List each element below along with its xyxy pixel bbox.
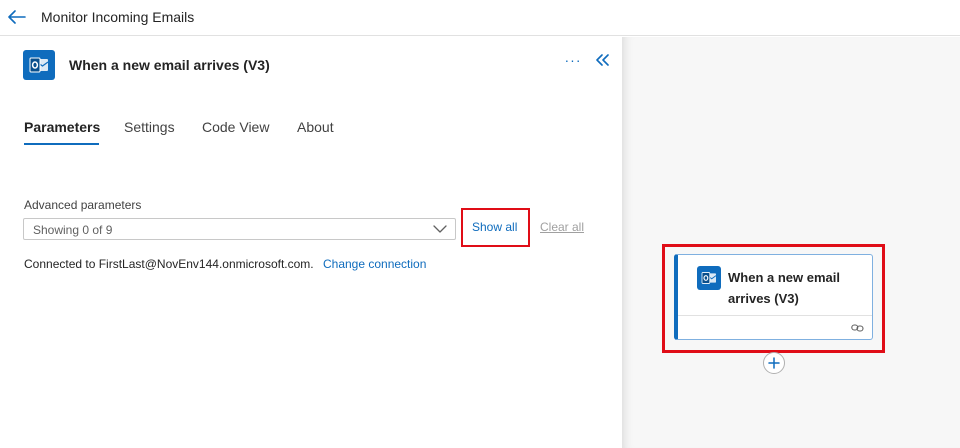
- outlook-icon: [697, 266, 721, 290]
- connection-info: Connected to FirstLast@NovEnv144.onmicro…: [24, 257, 426, 271]
- tab-code-view[interactable]: Code View: [202, 119, 269, 135]
- active-tab-indicator: [24, 143, 99, 145]
- advanced-parameters-value: Showing 0 of 9: [33, 223, 113, 237]
- advanced-parameters-dropdown[interactable]: Showing 0 of 9: [23, 218, 456, 240]
- tab-settings[interactable]: Settings: [124, 119, 175, 135]
- trigger-card[interactable]: When a new email arrives (V3): [674, 254, 873, 340]
- tab-parameters[interactable]: Parameters: [24, 119, 100, 135]
- page-title: Monitor Incoming Emails: [41, 9, 195, 25]
- chevron-double-left-icon: [596, 54, 609, 66]
- panel-title: When a new email arrives (V3): [69, 57, 270, 73]
- plus-icon: [768, 357, 780, 369]
- trigger-card-title: When a new email arrives (V3): [728, 270, 840, 306]
- add-step-button[interactable]: [763, 352, 785, 374]
- details-panel: When a new email arrives (V3) ··· Parame…: [0, 37, 622, 448]
- chevron-down-icon: [433, 225, 447, 233]
- back-button[interactable]: [6, 6, 28, 28]
- top-bar: Monitor Incoming Emails: [0, 0, 960, 36]
- card-divider: [678, 315, 872, 316]
- advanced-parameters-label: Advanced parameters: [24, 198, 142, 212]
- designer-canvas: [622, 37, 960, 448]
- more-options-button[interactable]: ···: [563, 52, 583, 72]
- connection-text: Connected to FirstLast@NovEnv144.onmicro…: [24, 257, 314, 271]
- show-all-button[interactable]: Show all: [472, 220, 517, 234]
- change-connection-link[interactable]: Change connection: [323, 257, 426, 271]
- arrow-left-icon: [8, 10, 26, 24]
- collapse-panel-button[interactable]: [596, 53, 616, 73]
- tab-about[interactable]: About: [297, 119, 334, 135]
- clear-all-button[interactable]: Clear all: [540, 220, 584, 234]
- link-icon: [851, 324, 864, 332]
- outlook-icon: [23, 50, 55, 80]
